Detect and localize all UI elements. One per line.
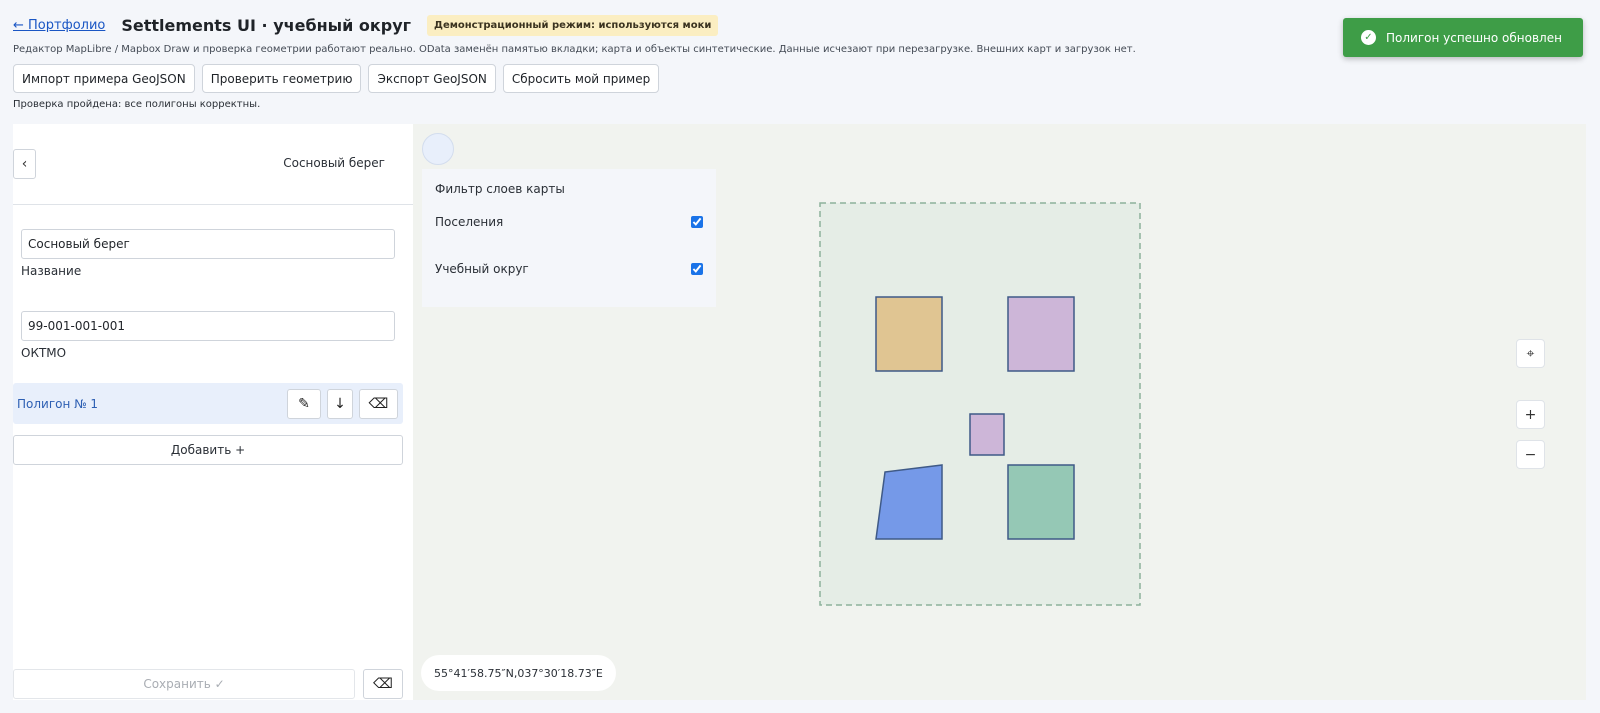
header: ← Портфолио Settlements UI · учебный окр… bbox=[13, 13, 719, 37]
check-circle-icon: ✓ bbox=[1361, 30, 1376, 45]
panel-header: ‹ Сосновый берег bbox=[13, 124, 413, 205]
oktmo-input[interactable] bbox=[21, 311, 395, 341]
backspace-icon: ⌫ bbox=[368, 395, 389, 412]
layer-toggle-settlements[interactable]: Поселения bbox=[435, 213, 703, 231]
polygon-list-item[interactable]: Полигон № 1 ✎ ↓ ⌫ bbox=[13, 383, 403, 424]
settlement-polygon[interactable] bbox=[875, 296, 943, 372]
layer-label: Учебный округ bbox=[435, 262, 529, 276]
add-polygon-button[interactable]: Добавить + bbox=[13, 435, 403, 465]
reset-example-button[interactable]: Сбросить мой пример bbox=[502, 64, 660, 93]
settlement-polygon[interactable] bbox=[1007, 296, 1075, 372]
layer-toggle-district[interactable]: Учебный округ bbox=[435, 260, 703, 278]
name-input[interactable] bbox=[21, 229, 395, 259]
layer-checkbox-district[interactable] bbox=[691, 263, 703, 275]
import-geojson-button[interactable]: Импорт примера GeoJSON bbox=[13, 64, 195, 93]
settlement-polygon[interactable] bbox=[1007, 464, 1075, 540]
page-title: Settlements UI · учебный округ bbox=[121, 15, 412, 35]
delete-polygon-button[interactable]: ⌫ bbox=[359, 388, 398, 419]
cursor-coordinates: 55°41′58.75″N,037°30′18.73″E bbox=[421, 655, 616, 691]
map-canvas[interactable]: Фильтр слоев карты Поселения Учебный окр… bbox=[413, 124, 1586, 700]
oktmo-field-group: ОКТМО bbox=[21, 311, 395, 360]
district-boundary[interactable] bbox=[819, 202, 1141, 606]
settlement-editor-panel: ‹ Сосновый берег Название ОКТМО Полигон … bbox=[13, 124, 413, 700]
pencil-icon: ✎ bbox=[298, 395, 310, 412]
back-to-portfolio-link[interactable]: ← Портфолио bbox=[13, 18, 105, 33]
save-button[interactable]: Сохранить ✓ bbox=[13, 669, 355, 699]
layer-checkbox-settlements[interactable] bbox=[691, 216, 703, 228]
edit-polygon-button[interactable]: ✎ bbox=[287, 388, 321, 419]
polygon-name[interactable]: Полигон № 1 bbox=[17, 397, 287, 411]
oktmo-label: ОКТМО bbox=[21, 346, 67, 360]
settlement-polygon[interactable] bbox=[969, 413, 1005, 456]
export-geojson-button[interactable]: Экспорт GeoJSON bbox=[368, 64, 496, 93]
layer-filter-panel: Фильтр слоев карты Поселения Учебный окр… bbox=[422, 169, 716, 307]
panel-title: Сосновый берег bbox=[283, 156, 385, 170]
validate-geometry-button[interactable]: Проверить геометрию bbox=[201, 64, 362, 93]
toast-message: Полигон успешно обновлен bbox=[1386, 30, 1562, 45]
zoom-in-button[interactable]: + bbox=[1516, 400, 1545, 429]
map-user-avatar[interactable] bbox=[422, 133, 454, 165]
toolbar: Импорт примера GeoJSON Проверить геометр… bbox=[13, 64, 660, 93]
demo-mode-badge: Демонстрационный режим: используются мок… bbox=[427, 14, 719, 36]
zoom-out-button[interactable]: − bbox=[1516, 440, 1545, 469]
selected-settlement-polygon[interactable] bbox=[875, 464, 943, 540]
download-polygon-button[interactable]: ↓ bbox=[327, 388, 353, 419]
layer-filter-title: Фильтр слоев карты bbox=[435, 182, 565, 196]
collapse-panel-button[interactable]: ‹ bbox=[13, 149, 36, 179]
layer-label: Поселения bbox=[435, 215, 504, 229]
validation-status: Проверка пройдена: все полигоны корректн… bbox=[13, 99, 261, 110]
name-label: Название bbox=[21, 264, 82, 278]
arrow-down-icon: ↓ bbox=[334, 395, 346, 412]
success-toast: ✓ Полигон успешно обновлен bbox=[1343, 18, 1583, 57]
compass-icon: ⌖ bbox=[1526, 345, 1535, 362]
plus-icon: + bbox=[1524, 406, 1537, 423]
backspace-icon: ⌫ bbox=[373, 676, 393, 692]
page-description: Редактор MapLibre / Mapbox Draw и провер… bbox=[13, 44, 1136, 55]
delete-settlement-button[interactable]: ⌫ bbox=[363, 669, 403, 699]
compass-control[interactable]: ⌖ bbox=[1516, 339, 1545, 368]
minus-icon: − bbox=[1524, 446, 1537, 463]
name-field-group: Название bbox=[21, 229, 395, 278]
